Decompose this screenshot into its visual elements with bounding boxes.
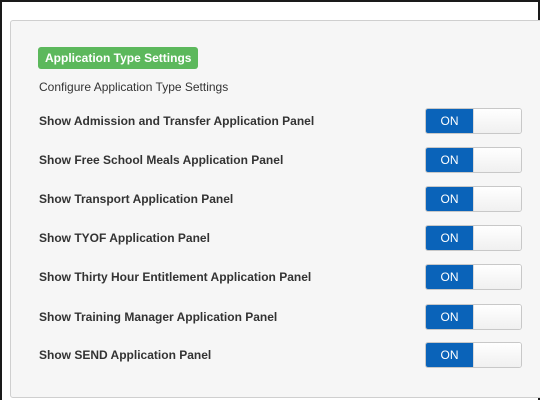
training-manager-toggle[interactable]: ON	[425, 304, 522, 330]
toggle-on-label: ON	[426, 148, 473, 172]
setting-row-thirty-hour-entitlement: Show Thirty Hour Entitlement Application…	[39, 264, 523, 290]
window-frame: Application Type Settings Configure Appl…	[0, 0, 540, 400]
setting-label: Show Transport Application Panel	[39, 192, 234, 206]
toggle-handle	[473, 109, 521, 133]
section-title-badge: Application Type Settings	[38, 47, 199, 69]
free-school-meals-toggle[interactable]: ON	[425, 147, 522, 173]
setting-label: Show Admission and Transfer Application …	[39, 114, 315, 128]
setting-label: Show TYOF Application Panel	[39, 231, 210, 245]
setting-row-admission-transfer: Show Admission and Transfer Application …	[39, 108, 523, 134]
settings-panel: Application Type Settings Configure Appl…	[10, 20, 540, 398]
setting-row-training-manager: Show Training Manager Application Panel …	[39, 304, 523, 330]
toggle-on-label: ON	[426, 305, 473, 329]
admission-transfer-toggle[interactable]: ON	[425, 108, 522, 134]
send-toggle[interactable]: ON	[425, 342, 522, 368]
toggle-on-label: ON	[426, 187, 473, 211]
toggle-handle	[473, 187, 521, 211]
toggle-handle	[473, 265, 521, 289]
setting-row-free-school-meals: Show Free School Meals Application Panel…	[39, 147, 523, 173]
setting-row-send: Show SEND Application Panel ON	[39, 342, 523, 368]
toggle-handle	[473, 148, 521, 172]
transport-toggle[interactable]: ON	[425, 186, 522, 212]
setting-row-transport: Show Transport Application Panel ON	[39, 186, 523, 212]
setting-label: Show Training Manager Application Panel	[39, 310, 278, 324]
tyof-toggle[interactable]: ON	[425, 225, 522, 251]
setting-label: Show Free School Meals Application Panel	[39, 153, 284, 167]
toggle-handle	[473, 305, 521, 329]
toggle-handle	[473, 226, 521, 250]
setting-label: Show Thirty Hour Entitlement Application…	[39, 270, 312, 284]
toggle-handle	[473, 343, 521, 367]
thirty-hour-entitlement-toggle[interactable]: ON	[425, 264, 522, 290]
section-subtitle: Configure Application Type Settings	[39, 80, 229, 94]
toggle-on-label: ON	[426, 109, 473, 133]
setting-label: Show SEND Application Panel	[39, 348, 212, 362]
toggle-on-label: ON	[426, 226, 473, 250]
toggle-on-label: ON	[426, 265, 473, 289]
toggle-on-label: ON	[426, 343, 473, 367]
setting-row-tyof: Show TYOF Application Panel ON	[39, 225, 523, 251]
